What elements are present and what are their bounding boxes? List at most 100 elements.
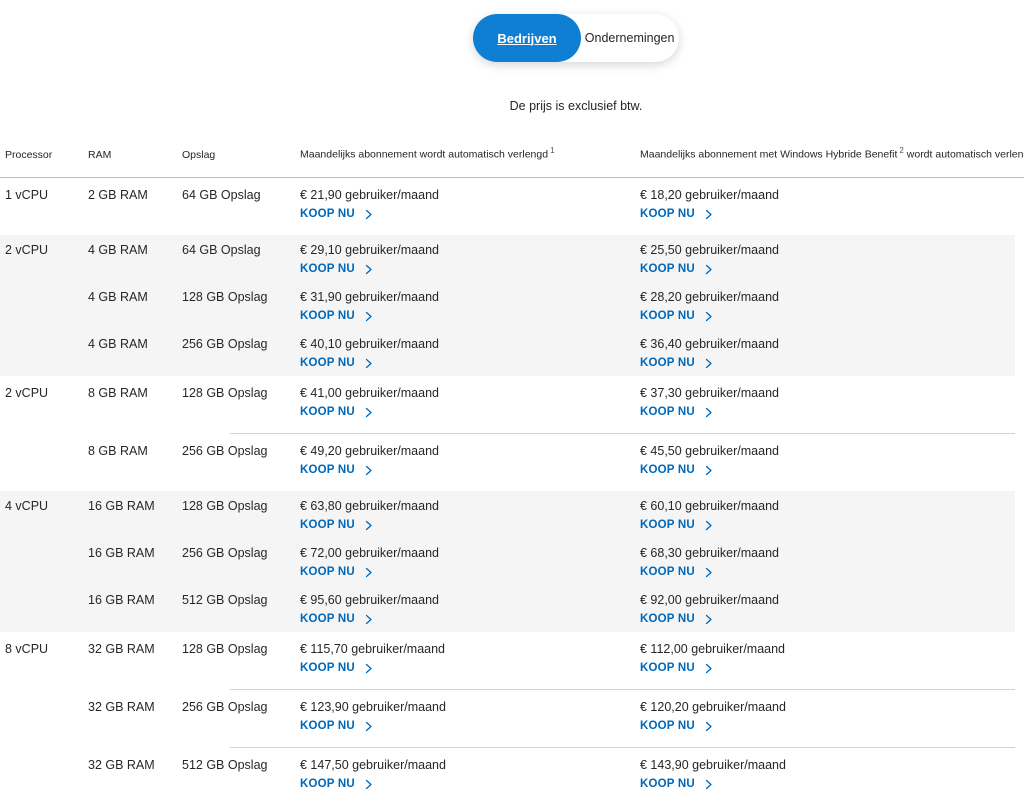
- chevron-right-icon: [703, 779, 714, 790]
- price-hybrid: € 68,30 gebruiker/maand: [640, 546, 1015, 561]
- buy-now-link-hybrid[interactable]: KOOP NU: [640, 518, 714, 533]
- column-header-storage: Opslag: [182, 149, 300, 161]
- processor-cell: 2 vCPU: [5, 376, 88, 491]
- buy-now-link-standard[interactable]: KOOP NU: [300, 565, 374, 580]
- table-row: 32 GB RAM 256 GB Opslag € 123,90 gebruik…: [88, 690, 1015, 747]
- buy-now-link-hybrid[interactable]: KOOP NU: [640, 207, 714, 222]
- chevron-right-icon: [703, 520, 714, 531]
- buy-now-link-standard[interactable]: KOOP NU: [300, 719, 374, 734]
- table-row: 8 GB RAM 256 GB Opslag € 49,20 gebruiker…: [88, 434, 1015, 491]
- storage-cell: 128 GB Opslag: [182, 386, 300, 420]
- buy-now-link-hybrid[interactable]: KOOP NU: [640, 661, 714, 676]
- footnote-ref-1: 1: [550, 146, 554, 155]
- price-standard: € 72,00 gebruiker/maand: [300, 546, 640, 561]
- price-standard-cell: € 21,90 gebruiker/maand KOOP NU: [300, 188, 640, 222]
- price-standard: € 31,90 gebruiker/maand: [300, 290, 640, 305]
- chevron-right-icon: [363, 311, 374, 322]
- buy-now-link-hybrid[interactable]: KOOP NU: [640, 262, 714, 277]
- table-row: 16 GB RAM 128 GB Opslag € 63,80 gebruike…: [88, 491, 1015, 538]
- buy-now-link-hybrid[interactable]: KOOP NU: [640, 463, 714, 478]
- price-hybrid-cell: € 92,00 gebruiker/maand KOOP NU: [640, 593, 1015, 627]
- price-standard-cell: € 95,60 gebruiker/maand KOOP NU: [300, 593, 640, 627]
- buy-now-label: KOOP NU: [640, 565, 695, 580]
- price-hybrid-cell: € 143,90 gebruiker/maand KOOP NU: [640, 758, 1015, 792]
- price-standard-cell: € 40,10 gebruiker/maand KOOP NU: [300, 337, 640, 371]
- chevron-right-icon: [703, 311, 714, 322]
- chevron-right-icon: [363, 779, 374, 790]
- pricing-table: Processor RAM Opslag Maandelijks abonnem…: [0, 146, 1024, 792]
- storage-cell: 512 GB Opslag: [182, 758, 300, 792]
- buy-now-label: KOOP NU: [300, 463, 355, 478]
- buy-now-link-standard[interactable]: KOOP NU: [300, 661, 374, 676]
- buy-now-link-standard[interactable]: KOOP NU: [300, 463, 374, 478]
- buy-now-link-hybrid[interactable]: KOOP NU: [640, 719, 714, 734]
- price-hybrid: € 18,20 gebruiker/maand: [640, 188, 1015, 203]
- ram-cell: 4 GB RAM: [88, 337, 182, 371]
- pricing-page: Bedrijven Ondernemingen De prijs is excl…: [0, 0, 1024, 792]
- buy-now-link-hybrid[interactable]: KOOP NU: [640, 405, 714, 420]
- table-row: 2 GB RAM 64 GB Opslag € 21,90 gebruiker/…: [88, 178, 1015, 235]
- buy-now-link-standard[interactable]: KOOP NU: [300, 777, 374, 792]
- group-rows: 2 GB RAM 64 GB Opslag € 21,90 gebruiker/…: [88, 178, 1015, 235]
- pricing-table-body: 1 vCPU 2 GB RAM 64 GB Opslag € 21,90 geb…: [0, 178, 1024, 792]
- buy-now-link-standard[interactable]: KOOP NU: [300, 518, 374, 533]
- price-hybrid-cell: € 18,20 gebruiker/maand KOOP NU: [640, 188, 1015, 222]
- ram-cell: 32 GB RAM: [88, 642, 182, 676]
- buy-now-label: KOOP NU: [640, 518, 695, 533]
- buy-now-link-standard[interactable]: KOOP NU: [300, 356, 374, 371]
- buy-now-label: KOOP NU: [640, 405, 695, 420]
- footnote-ref-2: 2: [899, 146, 903, 155]
- ram-cell: 32 GB RAM: [88, 758, 182, 792]
- buy-now-label: KOOP NU: [300, 777, 355, 792]
- price-hybrid-cell: € 45,50 gebruiker/maand KOOP NU: [640, 444, 1015, 478]
- ram-cell: 16 GB RAM: [88, 546, 182, 580]
- buy-now-label: KOOP NU: [640, 309, 695, 324]
- buy-now-link-hybrid[interactable]: KOOP NU: [640, 777, 714, 792]
- buy-now-label: KOOP NU: [300, 207, 355, 222]
- chevron-right-icon: [363, 614, 374, 625]
- buy-now-label: KOOP NU: [300, 405, 355, 420]
- buy-now-link-standard[interactable]: KOOP NU: [300, 207, 374, 222]
- table-row: 4 GB RAM 128 GB Opslag € 31,90 gebruiker…: [88, 282, 1015, 329]
- price-hybrid-cell: € 25,50 gebruiker/maand KOOP NU: [640, 243, 1015, 277]
- chevron-right-icon: [363, 663, 374, 674]
- price-hybrid: € 112,00 gebruiker/maand: [640, 642, 1015, 657]
- storage-cell: 64 GB Opslag: [182, 188, 300, 222]
- price-standard: € 21,90 gebruiker/maand: [300, 188, 640, 203]
- table-row: 16 GB RAM 256 GB Opslag € 72,00 gebruike…: [88, 538, 1015, 585]
- buy-now-link-hybrid[interactable]: KOOP NU: [640, 309, 714, 324]
- processor-cell: 4 vCPU: [5, 491, 88, 632]
- processor-cell: 2 vCPU: [5, 235, 88, 376]
- column-header-hybrid-label: Maandelijks abonnement met Windows Hybri…: [640, 149, 897, 161]
- buy-now-link-hybrid[interactable]: KOOP NU: [640, 612, 714, 627]
- table-row: 4 GB RAM 64 GB Opslag € 29,10 gebruiker/…: [88, 235, 1015, 282]
- price-standard-cell: € 123,90 gebruiker/maand KOOP NU: [300, 700, 640, 734]
- toggle-option-ondernemingen[interactable]: Ondernemingen: [581, 14, 679, 62]
- buy-now-link-standard[interactable]: KOOP NU: [300, 405, 374, 420]
- price-standard: € 115,70 gebruiker/maand: [300, 642, 640, 657]
- column-header-monthly: Maandelijks abonnement wordt automatisch…: [300, 146, 640, 161]
- processor-group: 1 vCPU 2 GB RAM 64 GB Opslag € 21,90 geb…: [0, 178, 1015, 235]
- buy-now-label: KOOP NU: [300, 262, 355, 277]
- ram-cell: 32 GB RAM: [88, 700, 182, 734]
- price-standard-cell: € 72,00 gebruiker/maand KOOP NU: [300, 546, 640, 580]
- ram-cell: 4 GB RAM: [88, 243, 182, 277]
- chevron-right-icon: [363, 407, 374, 418]
- price-standard-cell: € 63,80 gebruiker/maand KOOP NU: [300, 499, 640, 533]
- buy-now-link-standard[interactable]: KOOP NU: [300, 309, 374, 324]
- table-row: 8 GB RAM 128 GB Opslag € 41,00 gebruiker…: [88, 376, 1015, 433]
- toggle-option-bedrijven[interactable]: Bedrijven: [473, 14, 580, 62]
- buy-now-link-standard[interactable]: KOOP NU: [300, 262, 374, 277]
- buy-now-link-standard[interactable]: KOOP NU: [300, 612, 374, 627]
- price-hybrid-cell: € 36,40 gebruiker/maand KOOP NU: [640, 337, 1015, 371]
- storage-cell: 512 GB Opslag: [182, 593, 300, 627]
- column-header-hybrid: Maandelijks abonnement met Windows Hybri…: [640, 146, 1024, 161]
- buy-now-link-hybrid[interactable]: KOOP NU: [640, 356, 714, 371]
- price-standard-cell: € 49,20 gebruiker/maand KOOP NU: [300, 444, 640, 478]
- buy-now-link-hybrid[interactable]: KOOP NU: [640, 565, 714, 580]
- chevron-right-icon: [703, 721, 714, 732]
- buy-now-label: KOOP NU: [300, 719, 355, 734]
- price-standard: € 147,50 gebruiker/maand: [300, 758, 640, 773]
- column-header-hybrid-label2: wordt automatisch verlengd: [907, 149, 1024, 161]
- ram-cell: 8 GB RAM: [88, 386, 182, 420]
